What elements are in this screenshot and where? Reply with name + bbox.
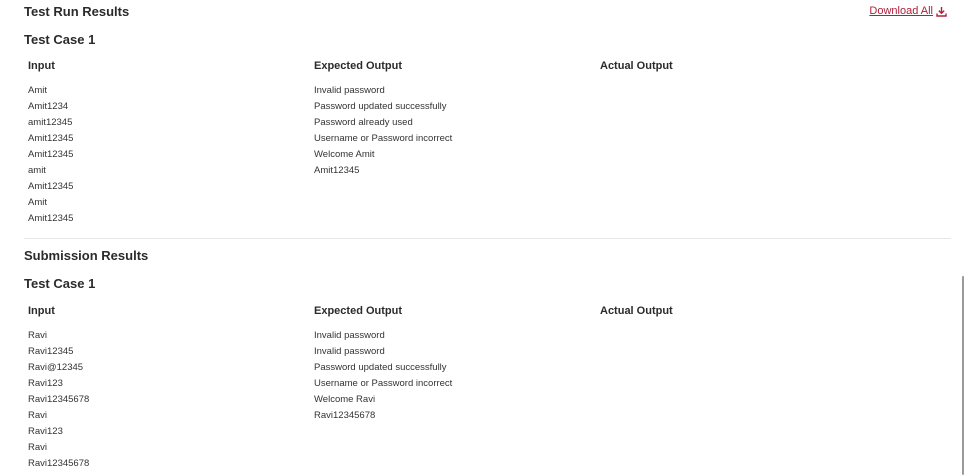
run-actual-column: Actual Output [600,59,880,85]
run-input-header: Input [28,60,55,72]
vertical-scrollbar[interactable] [962,276,964,475]
input-value: Amit [28,197,47,208]
expected-output-value: Welcome Amit [314,149,375,160]
submission-test-case-title: Test Case 1 [24,276,96,291]
submission-expected-header: Expected Output [314,305,403,317]
submission-actual-column: Actual Output [600,304,880,330]
expected-output-value: Invalid password [314,85,385,96]
submission-input-list: Ravi Ravi12345 Ravi@12345 Ravi123 Ravi123456… [28,330,308,474]
section-divider [24,238,951,239]
expected-output-value: Amit12345 [314,165,360,176]
submission-results-title: Submission Results [24,248,149,263]
input-value: amit12345 [28,117,73,128]
run-actual-header: Actual Output [600,60,673,72]
input-value: Amit12345 [28,149,74,160]
download-all-link[interactable]: Download All [869,5,947,17]
test-run-results-title: Test Run Results [24,4,130,19]
run-input-list: Amit Amit1234 amit12345 Amit12345 Amit12345 a… [28,85,308,229]
input-value: Ravi [28,442,48,453]
input-value: Ravi123 [28,378,63,389]
run-test-case-title: Test Case 1 [24,32,96,47]
expected-output-value: Password updated successfully [314,101,447,112]
input-value: Ravi [28,330,48,341]
run-input-column: Input Amit Amit1234 amit12345 Amit12345 Amit… [28,59,308,229]
input-value: Ravi12345 [28,346,74,357]
submission-expected-column: Expected Output Invalid password Invalid … [314,304,594,426]
input-value: Ravi123 [28,426,63,437]
input-value: Ravi12345678 [28,458,90,469]
input-value: amit [28,165,46,176]
input-value: Ravi [28,410,48,421]
submission-input-column: Input Ravi Ravi12345 Ravi@12345 Ravi123 Ravi… [28,304,308,474]
expected-output-value: Username or Password incorrect [314,133,453,144]
submission-actual-header: Actual Output [600,305,673,317]
expected-output-value: Password updated successfully [314,362,447,373]
download-all-label: Download All [869,5,933,17]
input-value: Amit12345 [28,213,74,224]
submission-input-header: Input [28,305,55,317]
input-value: Amit [28,85,47,96]
results-panel: Test Run Results Download All Test Case … [0,0,980,475]
download-icon [936,6,947,17]
run-expected-header: Expected Output [314,60,403,72]
input-value: Ravi@12345 [28,362,84,373]
expected-output-value: Username or Password incorrect [314,378,453,389]
input-value: Amit12345 [28,133,74,144]
expected-output-value: Password already used [314,117,413,128]
expected-output-value: Ravi12345678 [314,410,376,421]
input-value: Ravi12345678 [28,394,90,405]
run-expected-list: Invalid password Password updated success… [314,85,594,181]
run-expected-column: Expected Output Invalid password Password… [314,59,594,181]
submission-expected-list: Invalid password Invalid password Password… [314,330,594,426]
expected-output-value: Welcome Ravi [314,394,376,405]
expected-output-value: Invalid password [314,346,385,357]
expected-output-value: Invalid password [314,330,385,341]
input-value: Amit12345 [28,181,74,192]
input-value: Amit1234 [28,101,69,112]
